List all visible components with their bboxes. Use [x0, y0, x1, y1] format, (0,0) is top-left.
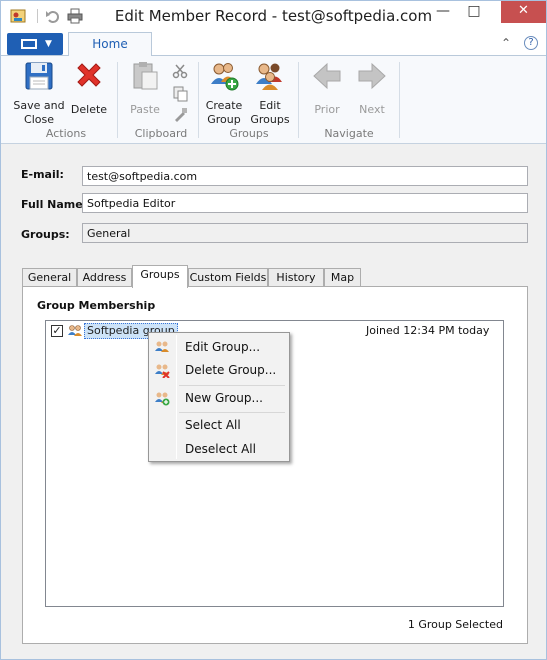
paste-clipboard-icon — [133, 62, 158, 90]
prior-button[interactable]: Prior — [307, 60, 347, 117]
save-and-close-button[interactable]: Save and Close — [13, 60, 65, 127]
menu-item-label: Edit Group... — [185, 340, 261, 354]
create-group-label-line2: Group — [207, 113, 241, 126]
ribbon-separator — [399, 62, 400, 138]
collapse-ribbon-icon[interactable]: ⌃ — [501, 36, 511, 50]
edit-groups-icon — [256, 63, 282, 90]
ribbon-tab-row: ▼ Home ⌃ ? — [1, 31, 546, 57]
menu-item-edit-group[interactable]: Edit Group... — [151, 336, 287, 358]
close-button[interactable]: ✕ — [501, 1, 546, 23]
tab-address[interactable]: Address — [77, 268, 132, 287]
group-checkbox[interactable]: ✓ — [51, 325, 63, 337]
tab-history[interactable]: History — [268, 268, 324, 287]
menu-item-label: New Group... — [185, 391, 263, 405]
floppy-disk-icon — [25, 62, 53, 90]
save-and-close-label-line1: Save and — [13, 99, 65, 112]
delete-x-icon — [77, 63, 101, 87]
maximize-button[interactable]: □ — [460, 1, 488, 23]
menu-item-label: Delete Group... — [185, 363, 277, 377]
title-bar: Edit Member Record - test@softpedia.com … — [1, 1, 546, 31]
context-menu: Edit Group... Delete Group... New Group.… — [148, 332, 290, 462]
edit-group-icon — [155, 341, 169, 352]
tab-home[interactable]: Home — [68, 32, 152, 57]
menu-item-label: Deselect All — [185, 442, 256, 456]
edit-groups-button[interactable]: Edit Groups — [250, 60, 290, 127]
tab-groups[interactable]: Groups — [132, 265, 188, 288]
delete-label: Delete — [70, 103, 108, 116]
menu-item-deselect-all[interactable]: Deselect All — [151, 438, 287, 460]
menu-item-new-group[interactable]: New Group... — [151, 387, 287, 409]
group-joined-time: Joined 12:34 PM today — [366, 324, 490, 337]
arrow-left-icon — [313, 62, 341, 90]
chevron-down-icon: ▼ — [45, 39, 52, 49]
create-group-icon — [211, 63, 239, 91]
delete-button[interactable]: Delete — [69, 60, 109, 117]
menu-icon — [21, 39, 37, 49]
menu-item-delete-group[interactable]: Delete Group... — [151, 359, 287, 381]
help-icon[interactable]: ? — [524, 36, 538, 50]
format-painter-icon[interactable] — [172, 107, 188, 123]
edit-groups-label-line1: Edit — [259, 99, 281, 112]
tab-custom-fields[interactable]: Custom Fields — [188, 268, 268, 287]
menu-item-label: Select All — [185, 418, 241, 432]
paste-label: Paste — [130, 103, 160, 116]
create-group-button[interactable]: Create Group — [204, 60, 244, 127]
email-label: E-mail: — [21, 168, 64, 181]
ribbon-separator — [117, 62, 118, 138]
selection-status: 1 Group Selected — [407, 618, 503, 631]
menu-separator — [179, 385, 285, 386]
ribbon: Save and Close Delete Actions Paste Clip… — [1, 56, 546, 144]
ribbon-separator — [198, 62, 199, 138]
full-name-label: Full Name: — [21, 198, 88, 211]
next-label: Next — [359, 103, 385, 116]
group-label-groups: Groups — [229, 127, 269, 140]
next-button[interactable]: Next — [352, 60, 392, 117]
cut-scissors-icon[interactable] — [172, 63, 188, 79]
new-group-icon — [155, 392, 170, 406]
group-label-actions: Actions — [45, 127, 87, 140]
full-name-field[interactable]: Softpedia Editor — [82, 193, 528, 213]
save-and-close-label-line2: Close — [24, 113, 54, 126]
groups-field: General — [82, 223, 528, 243]
group-label-navigate: Navigate — [324, 127, 374, 140]
prior-label: Prior — [314, 103, 340, 116]
create-group-label-line1: Create — [205, 99, 243, 112]
arrow-right-icon — [358, 62, 386, 90]
delete-group-icon — [155, 364, 170, 378]
minimize-button[interactable]: — — [429, 1, 457, 23]
tab-map[interactable]: Map — [324, 268, 361, 287]
copy-icon[interactable] — [172, 86, 188, 102]
paste-button[interactable]: Paste — [127, 60, 163, 117]
edit-groups-label-line2: Groups — [250, 113, 290, 126]
menu-item-select-all[interactable]: Select All — [151, 414, 287, 436]
tab-general[interactable]: General — [22, 268, 77, 287]
group-icon — [68, 325, 82, 336]
application-menu-button[interactable]: ▼ — [7, 33, 63, 55]
app-window: Edit Member Record - test@softpedia.com … — [0, 0, 547, 660]
groups-label: Groups: — [21, 228, 70, 241]
group-membership-title: Group Membership — [37, 299, 156, 312]
email-field[interactable]: test@softpedia.com — [82, 166, 528, 186]
group-label-clipboard: Clipboard — [134, 127, 188, 140]
menu-separator — [179, 412, 285, 413]
